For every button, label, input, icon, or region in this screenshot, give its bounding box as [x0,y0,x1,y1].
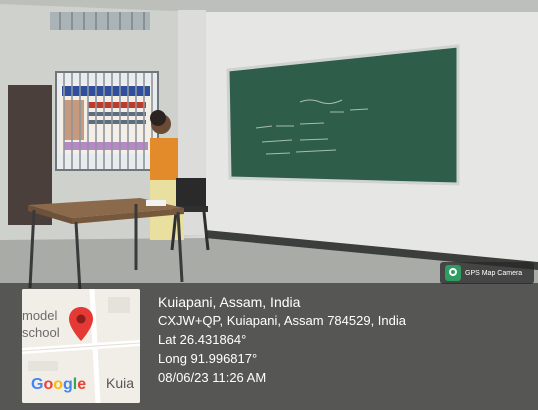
place-name: Kuiapani, Assam, India [158,294,301,310]
google-logo: Google [31,376,86,394]
map-label-kuia: Kuia [106,375,135,391]
location-pin-icon [69,307,93,341]
google-letter: G [31,376,44,393]
location-info: Kuiapani, Assam, India CXJW+QP, Kuiapani… [158,292,406,388]
datetime: 08/06/23 11:26 AM [158,369,267,385]
geotagged-photo: GPS Map Camera model school Google Kuia … [0,0,538,410]
address: CXJW+QP, Kuiapani, Assam 784529, India [158,313,406,329]
latitude: Lat 26.431864° [158,332,247,348]
google-letter: o [43,376,54,393]
map-label-school: school [22,325,60,340]
google-letter: e [77,376,87,393]
mini-map: model school Google Kuia [22,289,140,403]
gps-map-camera-icon [445,265,461,281]
google-letter: g [63,376,73,393]
gps-map-camera-badge: GPS Map Camera [440,262,534,284]
google-letter: o [53,376,64,393]
map-label-model: model [22,308,58,323]
longitude: Long 91.996817° [158,350,258,366]
badge-label: GPS Map Camera [465,269,523,277]
